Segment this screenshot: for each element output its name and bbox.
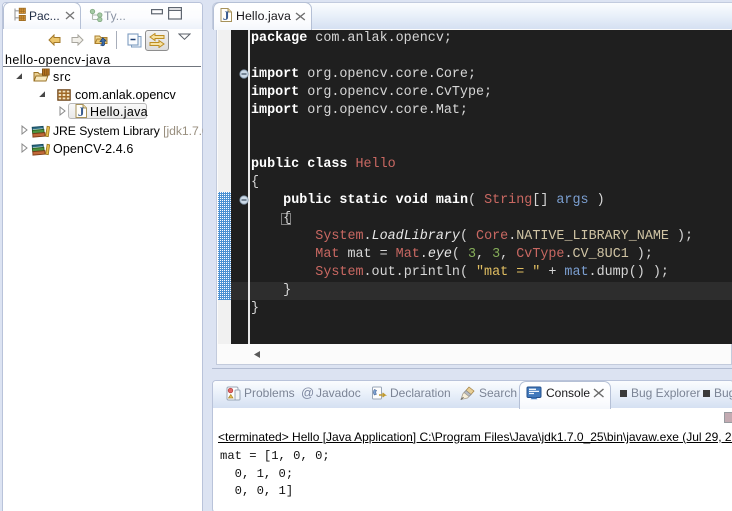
svg-text:J: J [223,8,230,22]
svg-text:J: J [78,104,85,118]
